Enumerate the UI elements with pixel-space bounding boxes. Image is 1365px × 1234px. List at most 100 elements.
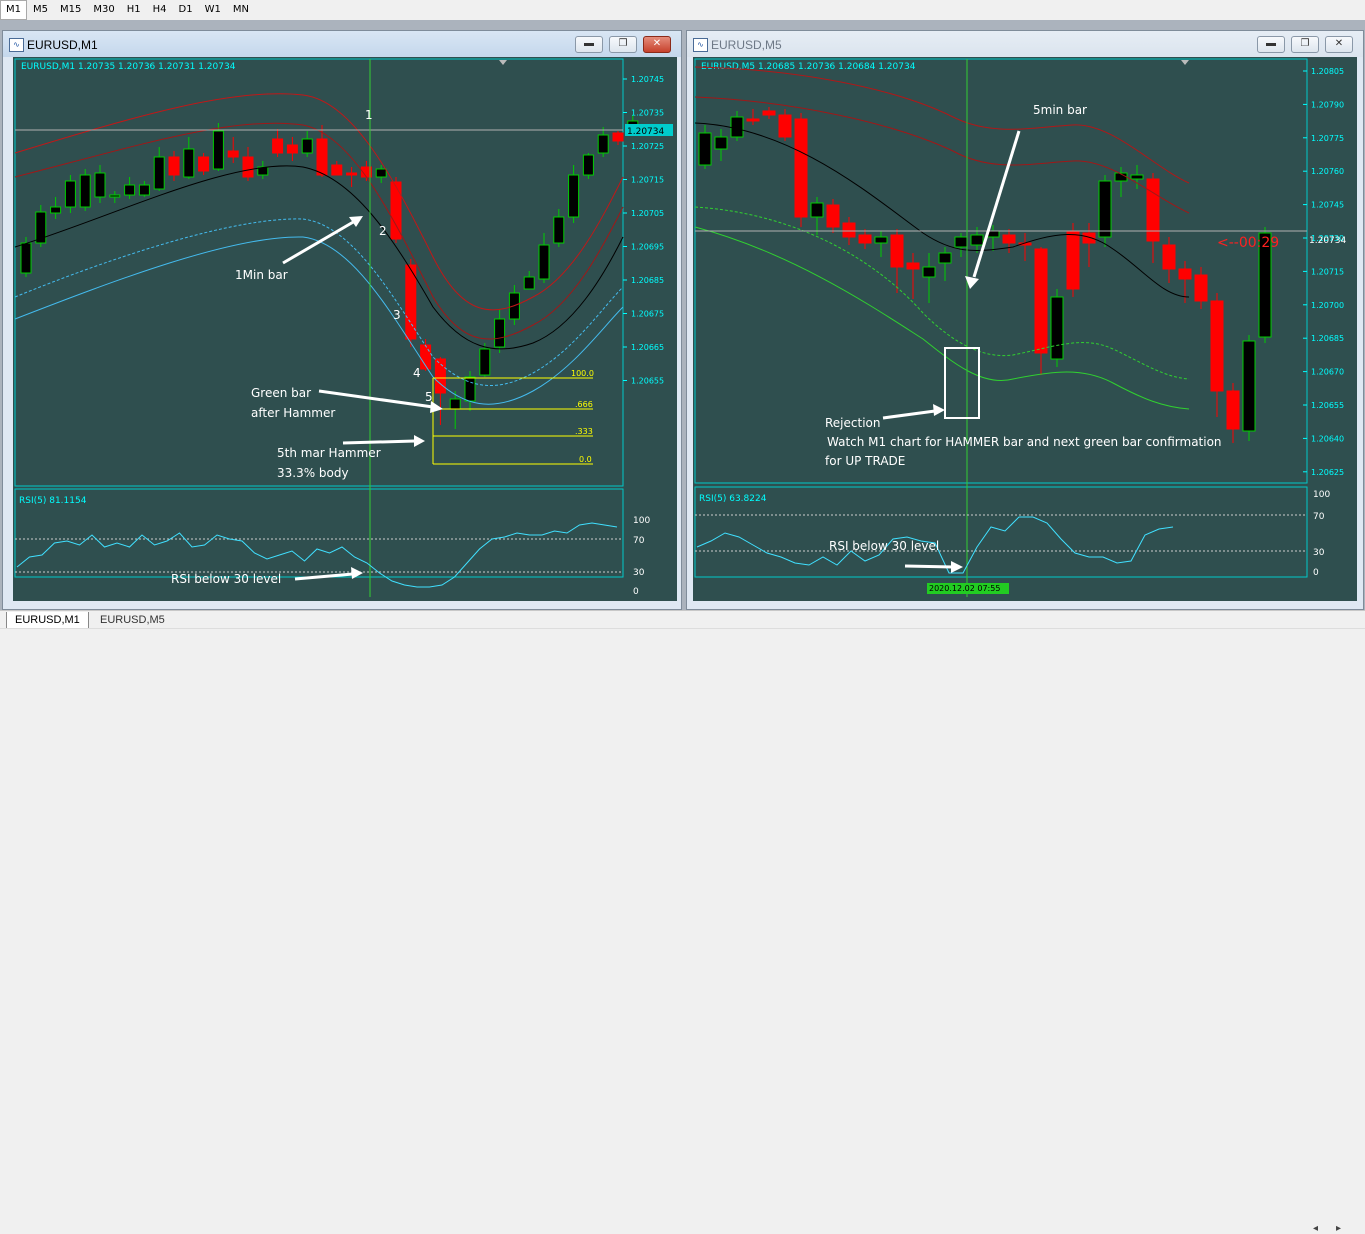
chart-canvas[interactable]: EURUSD,M1 1.20735 1.20736 1.20731 1.2073… [13,57,677,612]
timeframe-m1[interactable]: M1 [0,0,27,20]
symbol-info: EURUSD,M5 1.20685 1.20736 1.20684 1.2073… [701,62,916,72]
minimize-button[interactable]: ▬ [575,36,603,53]
price-tick-label: 1.20775 [1311,134,1344,143]
tab-scroll-arrows-icon[interactable]: ◂▸ [1313,1223,1359,1234]
mdi-workspace: ∿ EURUSD,M1 ▬ ❐ ✕ EURUSD,M1 1.20735 1.20… [0,20,1365,612]
annotation-1min-bar: 1Min bar [235,268,288,282]
candle-body [272,138,284,154]
candle-body [1226,390,1240,430]
fib-label: .333 [575,427,593,436]
maximize-button[interactable]: ❐ [1291,36,1319,53]
price-tick-label: 1.20675 [631,310,664,319]
rsi-tick: 30 [1313,548,1325,558]
candle-body [1162,244,1176,270]
time-tick-label: 2 Dec 08:05 [525,600,574,601]
candle-body [794,118,808,218]
timeframe-w1[interactable]: W1 [199,0,227,20]
fib-label: 0.0 [579,455,592,464]
chart-svg[interactable]: EURUSD,M5 1.20685 1.20736 1.20684 1.2073… [693,57,1357,609]
annotation-after-hammer: after Hammer [251,406,335,420]
fib-label: 100.0 [571,369,594,378]
candle-body [523,276,535,290]
rsi-tick: 30 [633,568,645,578]
window-titlebar[interactable]: ∿ EURUSD,M5 ▬ ❐ ✕ [687,31,1363,57]
timeframe-mn[interactable]: MN [227,0,255,20]
arrow-head-icon [951,561,963,573]
time-tick-label: 2 Dec 07:50 [1001,600,1050,601]
price-axis: 1.20805 1.20790 1.20775 1.20760 1.20745 1.207… [1303,67,1344,477]
annotation-rsi: RSI below 30 level [171,572,281,586]
minimize-button[interactable]: ▬ [1257,36,1285,53]
candle-body [730,116,744,138]
candle-body [826,204,840,228]
annotation-num: 4 [413,366,421,380]
rsi-tick: 100 [1313,490,1330,500]
price-tick-label: 1.20745 [1311,201,1344,210]
candle-body [138,184,150,196]
candle-body [612,132,624,142]
candle-body [124,184,136,196]
time-tick-label: 2 Dec 07:37 [77,600,126,601]
annotation-5min-bar: 5min bar [1033,103,1087,117]
chart-window-icon: ∿ [693,38,708,52]
time-tick-label: 2 Dec 07:41 [141,600,190,601]
price-tick-label: 1.20760 [1311,167,1344,176]
tab-eurusd-m5[interactable]: EURUSD,M5 [92,612,173,628]
rsi-pane-border [14,488,624,578]
arrow-line [882,409,936,420]
price-tick-label: 1.20640 [1311,434,1344,443]
candles [698,107,1272,443]
countdown-label: <--00:29 [1217,235,1279,251]
timeframe-h4[interactable]: H4 [147,0,173,20]
rsi-label: RSI(5) 63.8224 [699,494,767,504]
annotation-num: 2 [379,224,387,238]
annotation-watch: Watch M1 chart for HAMMER bar and next g… [827,435,1222,449]
time-tick-label: 2 Dec 08:01 [461,600,510,601]
candle-body [94,172,106,198]
annotation-rsi: RSI below 30 level [829,539,939,553]
time-axis: 2 Dec 2020 2 Dec 07:37 2 Dec 07:41 2 Dec 07… [17,600,638,609]
timeframe-m5[interactable]: M5 [27,0,54,20]
close-button[interactable]: ✕ [1325,36,1353,53]
window-title: EURUSD,M1 [27,38,98,52]
timeframe-d1[interactable]: D1 [173,0,199,20]
shift-marker-icon [1181,60,1189,65]
window-titlebar[interactable]: ∿ EURUSD,M1 ▬ ❐ ✕ [3,31,681,57]
time-highlight-label: 2020.12.02 07:55 [929,584,1000,593]
time-tick-label: 2 Dec 07:57 [397,600,446,601]
chart-svg[interactable]: EURUSD,M1 1.20735 1.20736 1.20731 1.2073… [13,57,677,612]
candle-body [1146,178,1160,242]
chart-window-eurusd-m5[interactable]: ∿ EURUSD,M5 ▬ ❐ ✕ EURUSD,M5 1.20685 1.20… [686,30,1364,610]
candle-body [50,206,62,214]
timeframe-m15[interactable]: M15 [54,0,87,20]
candle-body [1242,340,1256,432]
time-tick-label: 2 Dec 2020 [697,600,743,601]
time-tick-label: 2 Dec 08:10 [1081,600,1130,601]
chart-canvas[interactable]: EURUSD,M5 1.20685 1.20736 1.20684 1.2073… [693,57,1357,609]
chart-tabs: EURUSD,M1 EURUSD,M5 ◂▸ [0,610,1365,1234]
close-button[interactable]: ✕ [643,36,671,53]
candle-body [778,114,792,138]
timeframe-h1[interactable]: H1 [121,0,147,20]
time-tick-label: 2 Dec 2020 [17,600,63,601]
time-tick-label: 2 Dec 08:09 [589,600,638,601]
candle-body [938,252,952,264]
timeframe-m30[interactable]: M30 [87,0,120,20]
candle-body [553,216,565,244]
time-tick-label: 2 Dec 07:49 [269,600,318,601]
candle-body [858,234,872,244]
tab-eurusd-m1[interactable]: EURUSD,M1 [6,612,89,629]
candle-body [20,242,32,274]
chart-window-eurusd-m1[interactable]: ∿ EURUSD,M1 ▬ ❐ ✕ EURUSD,M1 1.20735 1.20… [2,30,682,612]
chart-window-icon: ∿ [9,38,24,52]
price-tick-label: 1.20695 [631,243,664,252]
candle-body [494,318,506,348]
maximize-button[interactable]: ❐ [609,36,637,53]
annotation-green-bar: Green bar [251,386,311,400]
time-tick-label: 2 Dec 06:50 [761,600,810,601]
time-tick-label: 2 Dec 08:30 [1161,600,1210,601]
symbol-info: EURUSD,M1 1.20735 1.20736 1.20731 1.2073… [21,62,236,72]
candle-body [79,174,91,208]
price-tick-label: 1.20665 [631,343,664,352]
price-tick-label: 1.20725 [631,142,664,151]
